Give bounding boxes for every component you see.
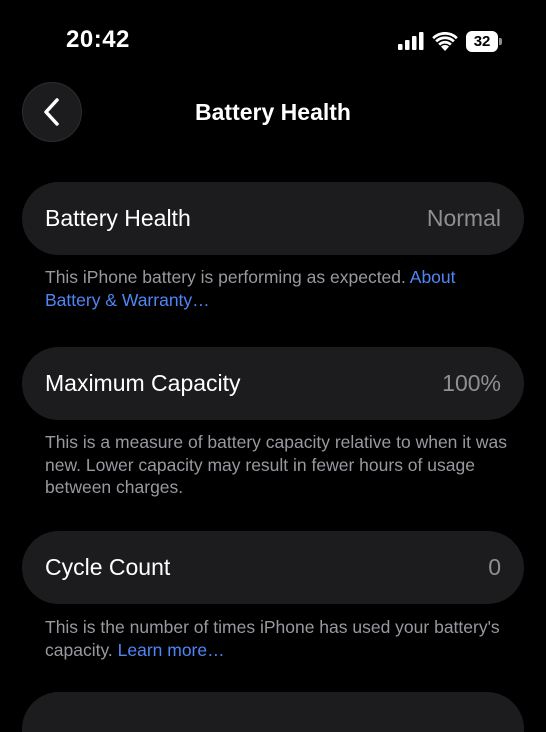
battery-icon: 32 — [466, 30, 502, 52]
battery-tip — [499, 37, 502, 45]
maximum-capacity-row: Maximum Capacity 100% — [22, 347, 524, 420]
battery-health-label: Battery Health — [45, 205, 191, 231]
battery-health-row[interactable]: Battery Health Normal — [22, 182, 524, 255]
maximum-capacity-value: 100% — [442, 370, 501, 396]
battery-health-description: This iPhone battery is performing as exp… — [45, 266, 515, 311]
cycle-count-description-text: This is the number of times iPhone has u… — [45, 617, 500, 660]
maximum-capacity-label: Maximum Capacity — [45, 370, 241, 396]
cycle-count-label: Cycle Count — [45, 554, 171, 580]
cycle-count-value: 0 — [488, 554, 501, 580]
next-row-partial — [22, 692, 524, 732]
battery-health-description-text: This iPhone battery is performing as exp… — [45, 267, 410, 287]
battery-health-value: Normal — [426, 205, 501, 231]
status-bar: 20:42 32 — [0, 0, 546, 80]
cellular-signal-icon — [398, 32, 424, 50]
learn-more-link[interactable]: Learn more… — [118, 640, 225, 660]
maximum-capacity-description: This is a measure of battery capacity re… — [45, 431, 515, 499]
page-title: Battery Health — [195, 99, 351, 125]
status-time: 20:42 — [66, 26, 130, 53]
cycle-count-description: This is the number of times iPhone has u… — [45, 616, 515, 661]
maximum-capacity-description-text: This is a measure of battery capacity re… — [45, 432, 508, 497]
wifi-icon — [432, 31, 458, 51]
status-indicators: 32 — [398, 30, 502, 52]
battery-level: 32 — [466, 30, 499, 52]
cycle-count-row: Cycle Count 0 — [22, 531, 524, 604]
